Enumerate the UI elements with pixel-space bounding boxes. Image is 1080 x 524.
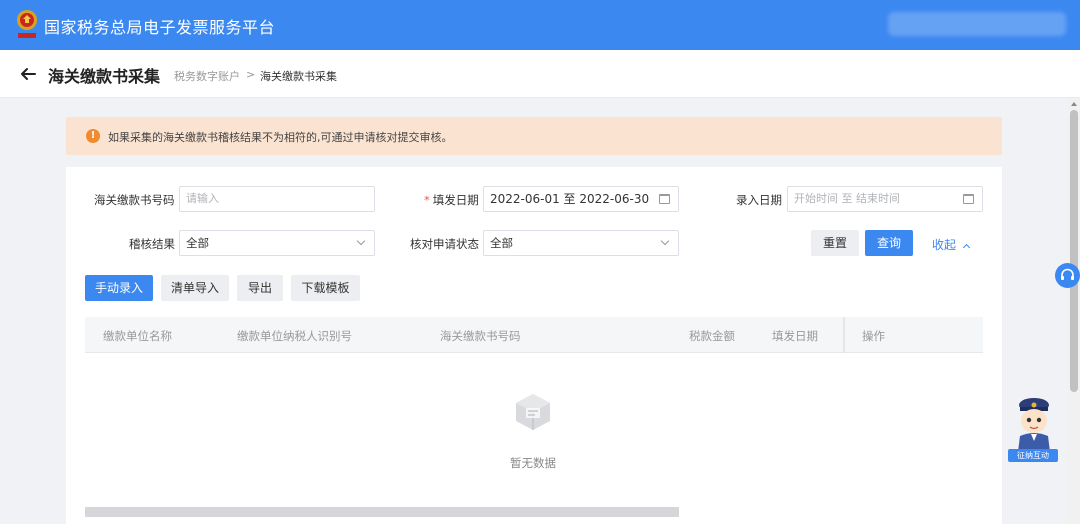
- collapse-label: 收起: [932, 238, 957, 252]
- user-info-blurred[interactable]: [888, 12, 1066, 36]
- entry-date-range-input[interactable]: 开始时间 至 结束时间: [787, 186, 983, 212]
- manual-entry-button[interactable]: 手动录入: [85, 275, 153, 301]
- fill-date-label: * 填发日期: [424, 193, 479, 207]
- list-import-button[interactable]: 清单导入: [161, 275, 229, 301]
- empty-state-text: 暂无数据: [510, 456, 556, 470]
- customs-code-input[interactable]: 请输入: [179, 186, 375, 212]
- notice-text: 如果采集的海关缴款书稽核结果不为相符的,可通过申请核对提交审核。: [108, 131, 453, 144]
- column-header: 缴款单位纳税人识别号: [237, 329, 352, 343]
- top-bar: 国家税务总局电子发票服务平台: [0, 0, 1080, 50]
- entry-date-placeholder: 开始时间 至 结束时间: [794, 192, 900, 205]
- audit-result-select[interactable]: 全部: [179, 230, 375, 256]
- audit-result-label: 稽核结果: [129, 237, 175, 251]
- export-button[interactable]: 导出: [237, 275, 283, 301]
- reset-button[interactable]: 重置: [811, 230, 859, 256]
- notice-banner: ! 如果采集的海关缴款书稽核结果不为相符的,可通过申请核对提交审核。: [66, 117, 1002, 155]
- page-title: 海关缴款书采集: [48, 67, 161, 86]
- main-card: 海关缴款书号码 请输入 * 填发日期 2022-06-01 至 2022-06-3…: [66, 167, 1002, 524]
- chevron-down-icon: [660, 236, 670, 246]
- scroll-up-arrow-icon[interactable]: [1071, 102, 1077, 106]
- table-header: 缴款单位名称 缴款单位纳税人识别号 海关缴款书号码 税款金额 填发日期 操作: [85, 317, 983, 353]
- breadcrumb-item-tax-account[interactable]: 税务数字账户: [174, 68, 240, 84]
- customs-code-label: 海关缴款书号码: [94, 193, 175, 207]
- headset-icon: [1061, 268, 1074, 280]
- entry-date-label: 录入日期: [736, 193, 782, 207]
- tax-emblem-logo: [17, 10, 37, 38]
- platform-title: 国家税务总局电子发票服务平台: [44, 18, 276, 37]
- customer-service-button[interactable]: [1055, 263, 1080, 288]
- column-header: 填发日期: [772, 329, 818, 343]
- empty-box-icon: [516, 394, 550, 430]
- check-status-select[interactable]: 全部: [483, 230, 679, 256]
- column-header: 税款金额: [689, 329, 735, 343]
- column-header: 缴款单位名称: [103, 329, 172, 343]
- calendar-icon: [659, 194, 670, 204]
- chevron-down-icon: [356, 236, 366, 246]
- page-header: 海关缴款书采集 税务数字账户 > 海关缴款书采集: [0, 50, 1080, 98]
- column-header: 海关缴款书号码: [440, 329, 521, 343]
- fill-date-range-value: 2022-06-01 至 2022-06-30: [490, 192, 650, 206]
- horizontal-scrollbar[interactable]: [85, 507, 679, 517]
- column-header: 操作: [862, 329, 885, 343]
- chevron-up-icon: [962, 243, 971, 252]
- check-status-label: 核对申请状态: [410, 237, 479, 251]
- interaction-button[interactable]: 征纳互动: [1008, 449, 1058, 462]
- column-divider: [843, 317, 845, 353]
- scrollbar-thumb[interactable]: [1070, 110, 1078, 392]
- audit-result-value: 全部: [186, 236, 209, 250]
- warning-icon: !: [86, 129, 100, 143]
- back-arrow-icon[interactable]: [18, 64, 38, 84]
- tax-officer-mascot-icon[interactable]: [1012, 396, 1056, 452]
- query-button[interactable]: 查询: [865, 230, 913, 256]
- breadcrumb-separator: >: [246, 68, 256, 81]
- check-status-value: 全部: [490, 236, 513, 250]
- download-template-button[interactable]: 下载模板: [291, 275, 360, 301]
- fill-date-range-input[interactable]: 2022-06-01 至 2022-06-30: [483, 186, 679, 212]
- collapse-toggle[interactable]: 收起: [932, 236, 971, 253]
- calendar-icon: [963, 194, 974, 204]
- breadcrumb-item-current: 海关缴款书采集: [260, 70, 337, 83]
